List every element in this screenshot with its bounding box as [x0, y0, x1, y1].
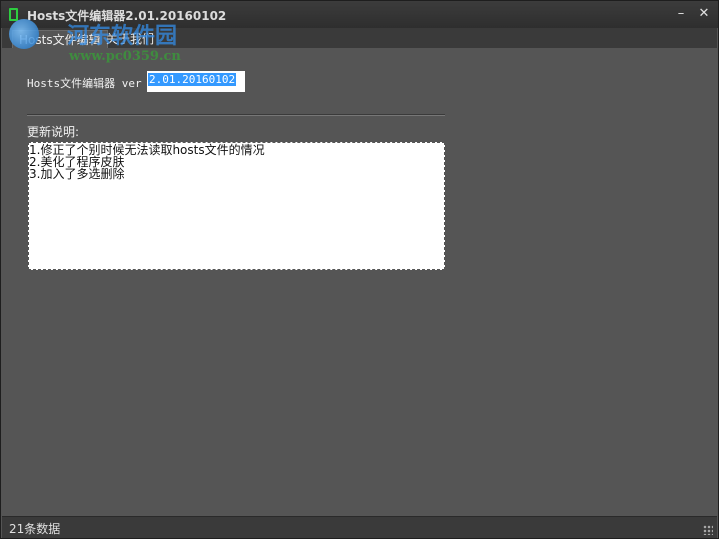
changelog-textarea[interactable]: 1.修正了个别时候无法读取hosts文件的情况 2.美化了程序皮肤 3.加入了多… [28, 142, 445, 270]
version-label: Hosts文件编辑器 ver [27, 77, 142, 90]
changelog-line: 3.加入了多选删除 [29, 167, 125, 181]
app-window: Hosts文件编辑器2.01.20160102 – ✕ Hosts文件编辑 关于… [0, 0, 719, 539]
watermark-brand: 河东软件园 [67, 23, 178, 49]
minimize-button[interactable]: – [671, 5, 691, 23]
divider [27, 114, 445, 116]
record-count: 21条数据 [9, 522, 61, 536]
changelog-label: 更新说明: [27, 125, 80, 139]
status-bar: 21条数据 [2, 516, 717, 538]
watermark-url: www.pc0359.cn [69, 49, 181, 64]
resize-grip-icon[interactable] [703, 525, 713, 535]
version-value: 2.01.20160102 [148, 73, 237, 86]
close-button[interactable]: ✕ [694, 5, 714, 23]
close-icon: ✕ [698, 6, 710, 21]
minimize-icon: – [677, 6, 685, 21]
app-icon [9, 8, 18, 21]
version-field[interactable]: 2.01.20160102 [147, 71, 245, 92]
about-panel: Hosts文件编辑器 ver 2.01.20160102 更新说明: 1.修正了… [9, 48, 709, 515]
watermark-logo [9, 19, 39, 49]
